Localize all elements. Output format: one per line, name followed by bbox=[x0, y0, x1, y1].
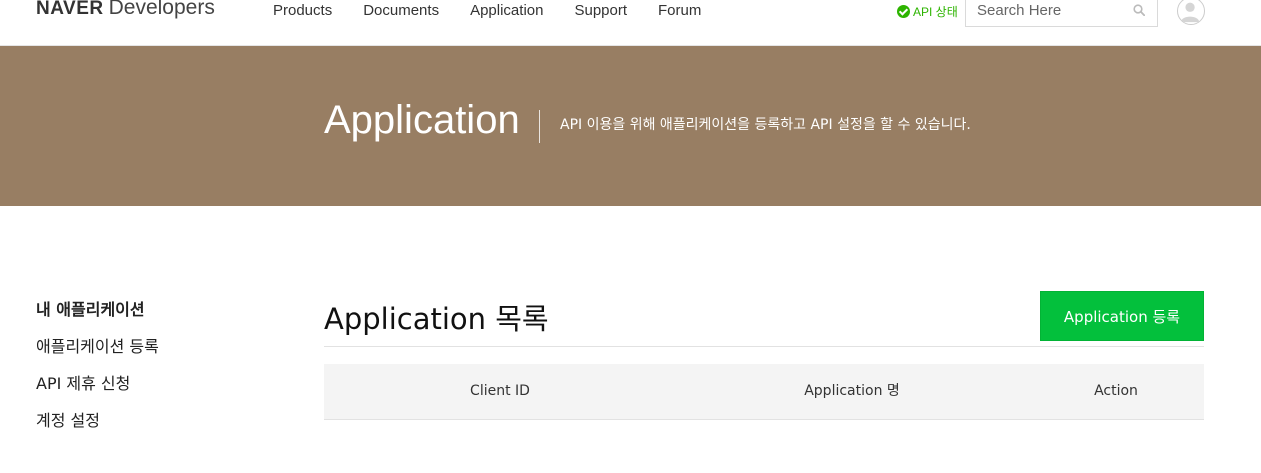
sidebar-item-api-partnership[interactable]: API 제휴 신청 bbox=[36, 372, 159, 409]
naver-developers-logo[interactable]: NAVER Developers bbox=[36, 0, 215, 26]
sidebar-item-register-application[interactable]: 애플리케이션 등록 bbox=[36, 335, 159, 372]
column-client-id: Client ID bbox=[470, 383, 530, 399]
page-banner: Application API 이용을 위해 애플리케이션을 등록하고 API … bbox=[0, 46, 1261, 206]
nav-products[interactable]: Products bbox=[273, 2, 332, 19]
banner-divider bbox=[539, 110, 540, 143]
check-circle-icon bbox=[897, 5, 910, 18]
search-input[interactable] bbox=[966, 0, 1126, 26]
search-icon[interactable] bbox=[1133, 4, 1145, 16]
column-action: Action bbox=[1094, 383, 1138, 399]
application-table-header: Client ID Application 명 Action bbox=[324, 364, 1204, 420]
logo-brand: NAVER bbox=[36, 0, 104, 19]
logo-sub: Developers bbox=[108, 0, 215, 19]
api-status-label: API 상태 bbox=[913, 5, 958, 19]
nav-application[interactable]: Application bbox=[470, 2, 543, 19]
nav-forum[interactable]: Forum bbox=[658, 2, 701, 19]
banner-title: Application bbox=[324, 98, 520, 142]
avatar[interactable] bbox=[1177, 0, 1205, 25]
nav-support[interactable]: Support bbox=[574, 2, 627, 19]
nav-documents[interactable]: Documents bbox=[363, 2, 439, 19]
api-status-link[interactable]: API 상태 bbox=[897, 3, 958, 20]
search-box bbox=[965, 0, 1158, 27]
main-nav: Products Documents Application Support F… bbox=[273, 2, 732, 19]
user-icon bbox=[1180, 2, 1200, 23]
sidebar-item-account-settings[interactable]: 계정 설정 bbox=[36, 409, 159, 446]
sidebar: 내 애플리케이션 애플리케이션 등록 API 제휴 신청 계정 설정 bbox=[36, 298, 159, 446]
banner-description: API 이용을 위해 애플리케이션을 등록하고 API 설정을 할 수 있습니다… bbox=[560, 117, 971, 133]
page-title: Application 목록 bbox=[324, 302, 549, 336]
sidebar-item-my-applications[interactable]: 내 애플리케이션 bbox=[36, 298, 159, 335]
register-application-button[interactable]: Application 등록 bbox=[1040, 291, 1204, 341]
column-application-name: Application 명 bbox=[804, 383, 900, 399]
title-divider bbox=[324, 346, 1204, 347]
top-header: NAVER Developers Products Documents Appl… bbox=[0, 0, 1261, 46]
